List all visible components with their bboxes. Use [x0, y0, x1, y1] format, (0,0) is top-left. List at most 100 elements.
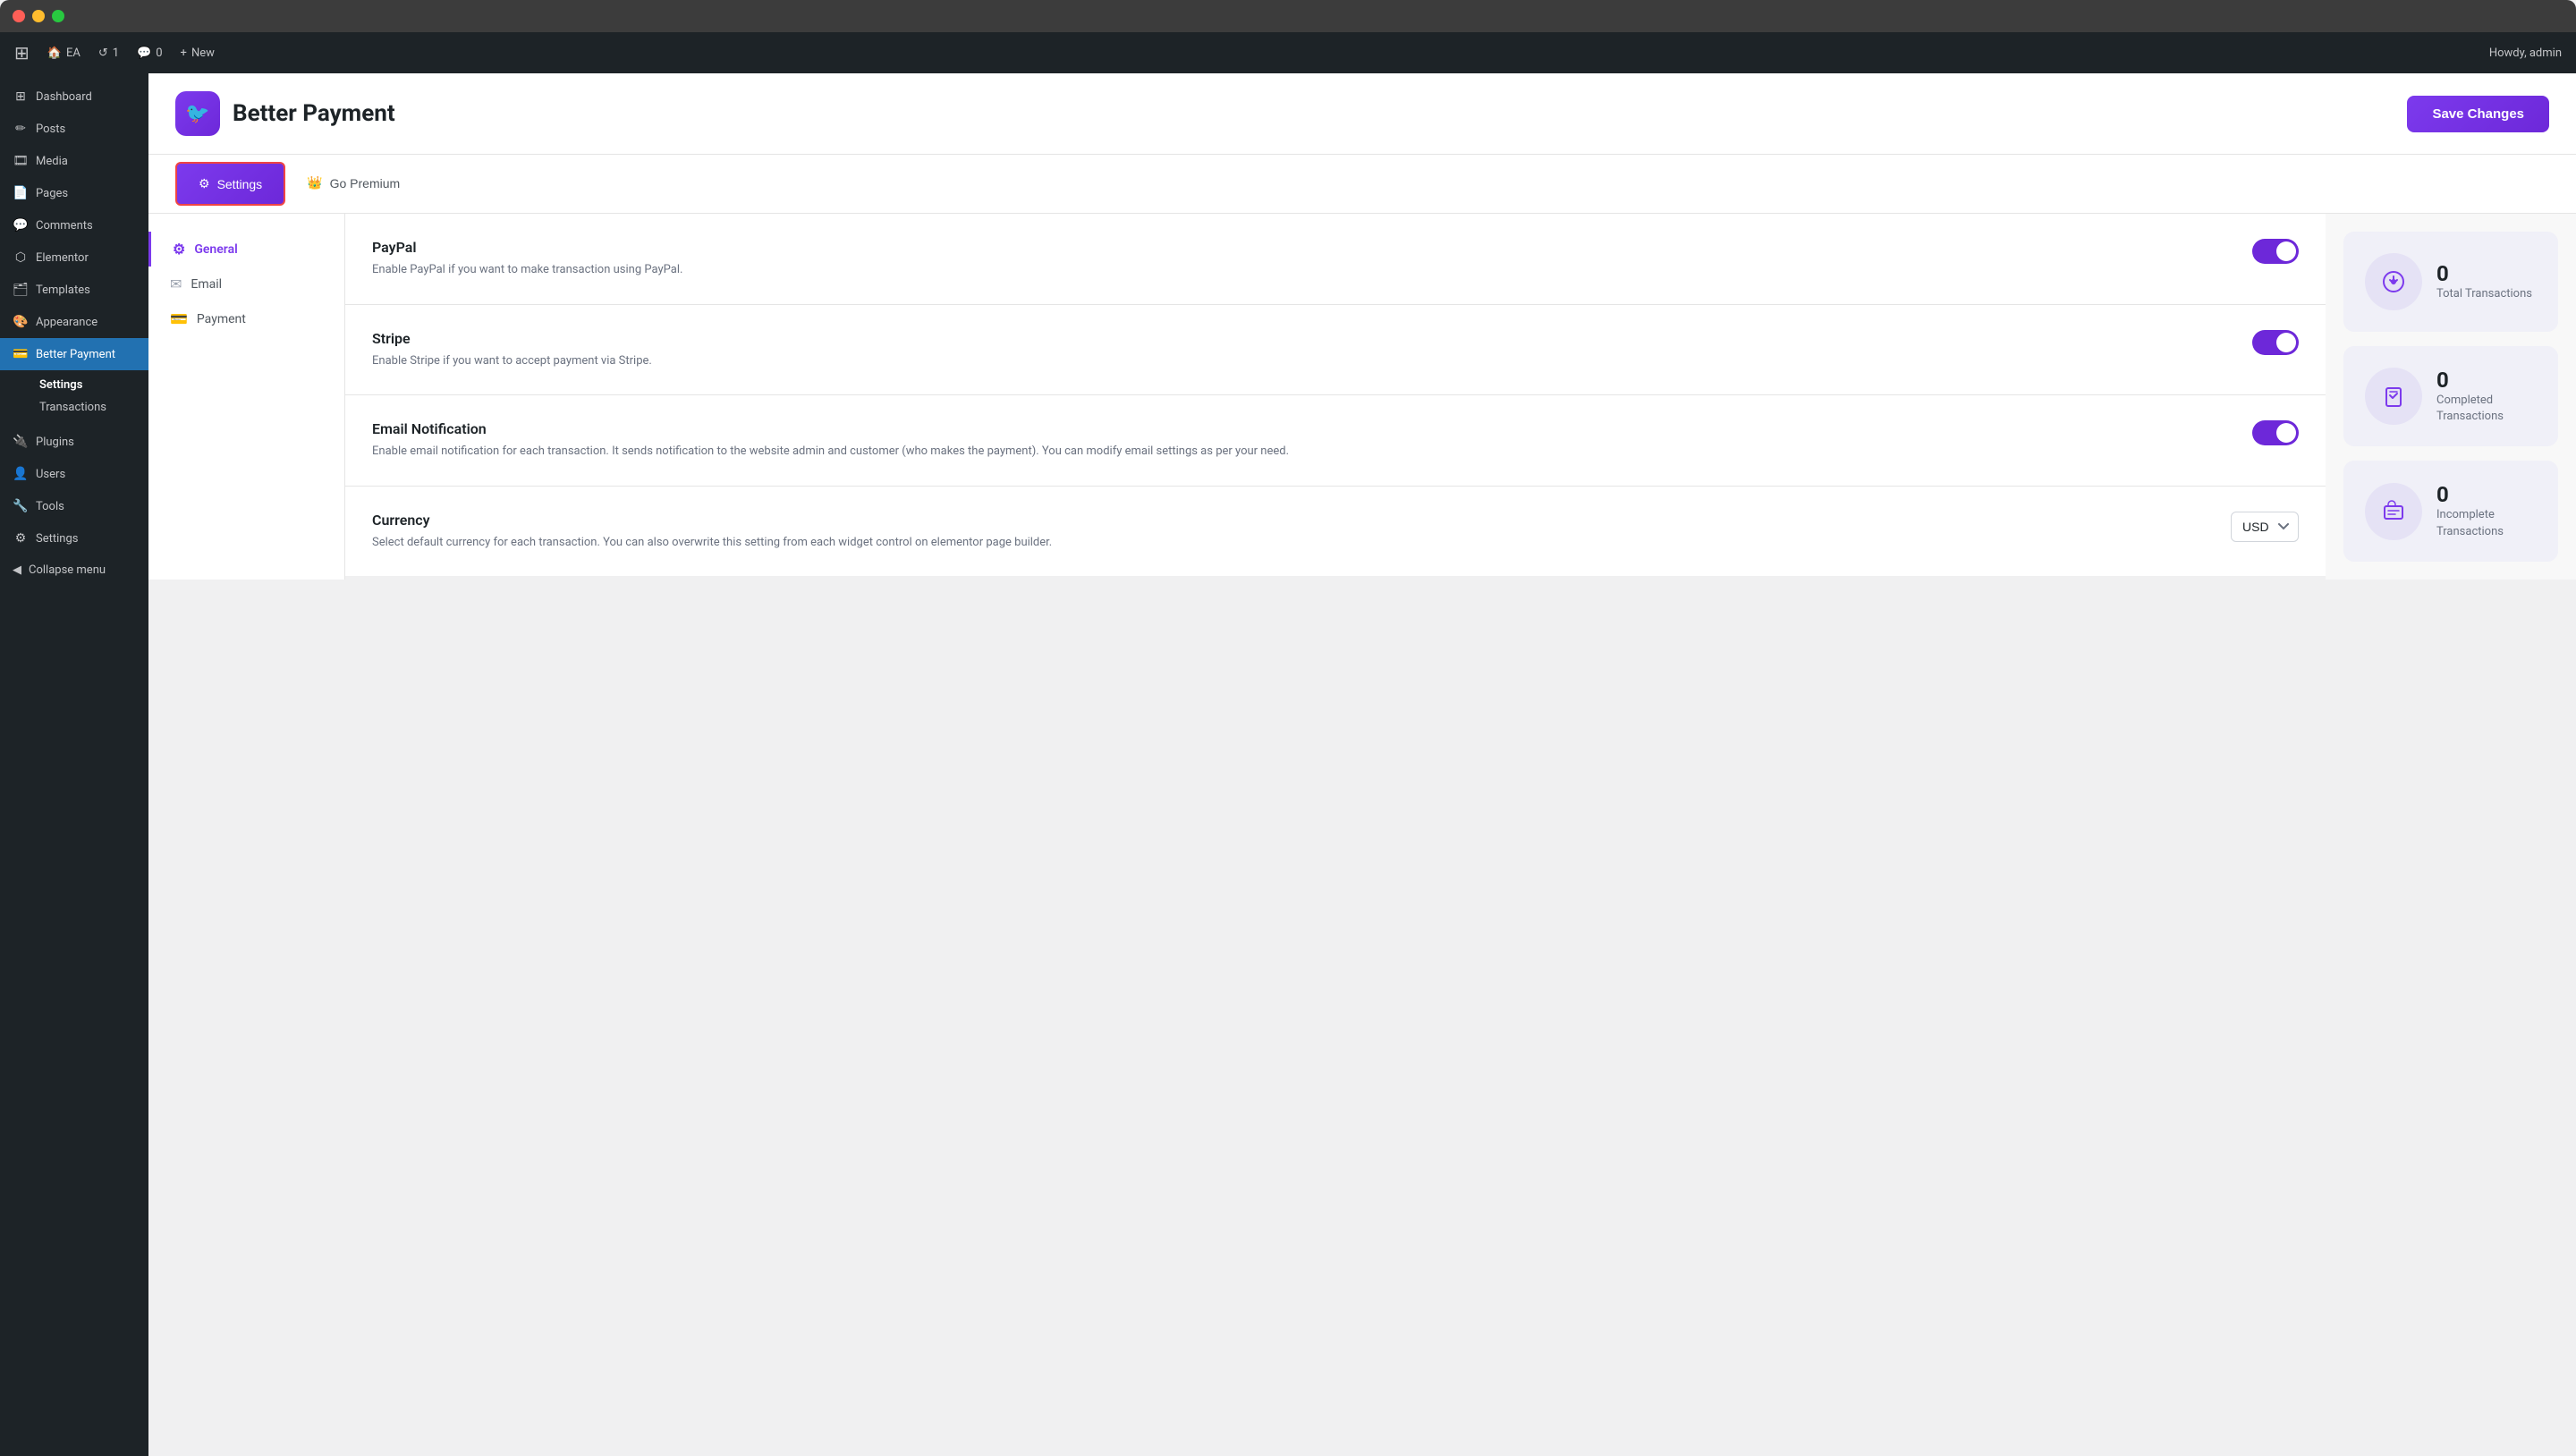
plugin-logo: 🐦: [175, 91, 220, 136]
stripe-toggle-track[interactable]: [2252, 330, 2299, 355]
general-subnav-icon: ⚙: [173, 241, 185, 258]
sidebar-item-tools[interactable]: 🔧 Tools: [0, 490, 148, 522]
better-payment-icon: 💳: [13, 347, 29, 361]
email-notification-desc: Enable email notification for each trans…: [372, 443, 2234, 461]
completed-transactions-label: Completed Transactions: [2436, 393, 2537, 425]
sidebar-item-pages[interactable]: 📄 Pages: [0, 177, 148, 209]
email-notification-setting: Email Notification Enable email notifica…: [345, 395, 2326, 487]
dashboard-icon: ⊞: [13, 89, 29, 104]
premium-tab-label: Go Premium: [330, 176, 401, 190]
plugins-icon: 🔌: [13, 435, 29, 449]
sidebar-item-elementor[interactable]: ⬡ Elementor: [0, 241, 148, 274]
email-subnav-icon: ✉: [170, 275, 182, 292]
sub-nav-general[interactable]: ⚙ General: [148, 232, 344, 267]
sidebar-item-settings[interactable]: ⚙ Settings: [0, 522, 148, 554]
wp-logo-icon[interactable]: ⊞: [14, 42, 30, 63]
sub-navigation: ⚙ General ✉ Email 💳 Payment: [148, 214, 345, 580]
email-notification-title: Email Notification: [372, 420, 2234, 437]
app-layout: ⊞ Dashboard ✏ Posts 🎞 Media 📄 Pages 💬 Co…: [0, 73, 2576, 1456]
close-button[interactable]: [13, 10, 25, 22]
total-transactions-icon: [2381, 269, 2406, 294]
paypal-row: PayPal Enable PayPal if you want to make…: [372, 239, 2299, 279]
sub-nav-email[interactable]: ✉ Email: [148, 267, 344, 301]
settings-tab-icon: ⚙: [199, 176, 210, 191]
collapse-menu[interactable]: ◀ Collapse menu: [0, 554, 148, 586]
sidebar-subitem-transactions[interactable]: Transactions: [32, 396, 148, 419]
sidebar-label-tools: Tools: [36, 500, 64, 513]
paypal-info: PayPal Enable PayPal if you want to make…: [372, 239, 2252, 279]
elementor-icon: ⬡: [13, 250, 29, 265]
sidebar-item-dashboard[interactable]: ⊞ Dashboard: [0, 80, 148, 113]
email-notification-toggle[interactable]: [2252, 420, 2299, 445]
sidebar-label-users: Users: [36, 468, 65, 481]
paypal-toggle[interactable]: [2252, 239, 2299, 264]
save-changes-button[interactable]: Save Changes: [2407, 96, 2549, 132]
tabs-row: ⚙ Settings 👑 Go Premium: [148, 155, 2576, 214]
admin-bar-comments[interactable]: 💬 0: [137, 47, 163, 60]
stripe-title: Stripe: [372, 330, 2234, 347]
sidebar-item-media[interactable]: 🎞 Media: [0, 145, 148, 177]
completed-transactions-info: 0 Completed Transactions: [2436, 368, 2537, 425]
page-header: 🐦 Better Payment Save Changes: [148, 73, 2576, 155]
tab-settings[interactable]: ⚙ Settings: [175, 162, 285, 206]
sidebar-label-better-payment: Better Payment: [36, 348, 115, 361]
stripe-desc: Enable Stripe if you want to accept paym…: [372, 352, 2234, 370]
full-content-area: ⚙ General ✉ Email 💳 Payment: [148, 214, 2576, 580]
sidebar-item-users[interactable]: 👤 Users: [0, 458, 148, 490]
stripe-toggle-thumb: [2276, 333, 2296, 352]
sidebar-item-appearance[interactable]: 🎨 Appearance: [0, 306, 148, 338]
sidebar-item-comments[interactable]: 💬 Comments: [0, 209, 148, 241]
incomplete-transactions-label: Incomplete Transactions: [2436, 507, 2537, 539]
tools-icon: 🔧: [13, 499, 29, 513]
payment-subnav-label: Payment: [197, 312, 246, 326]
sidebar-item-posts[interactable]: ✏ Posts: [0, 113, 148, 145]
completed-transactions-count: 0: [2436, 368, 2537, 393]
email-toggle-thumb: [2276, 423, 2296, 443]
maximize-button[interactable]: [52, 10, 64, 22]
incomplete-transactions-card: 0 Incomplete Transactions: [2343, 461, 2558, 561]
sidebar-subitem-settings[interactable]: Settings: [32, 374, 148, 396]
incomplete-transactions-icon: [2381, 499, 2406, 524]
home-icon: 🏠: [47, 47, 62, 60]
tab-go-premium[interactable]: 👑 Go Premium: [285, 155, 421, 213]
appearance-icon: 🎨: [13, 315, 29, 329]
page-title: Better Payment: [233, 100, 395, 127]
mac-window-chrome: [0, 0, 2576, 32]
currency-info: Currency Select default currency for eac…: [372, 512, 2231, 552]
howdy-text: Howdy, admin: [2489, 47, 2562, 60]
email-toggle-track[interactable]: [2252, 420, 2299, 445]
sidebar-label-dashboard: Dashboard: [36, 90, 92, 104]
new-icon: +: [181, 47, 187, 60]
sidebar-label-comments: Comments: [36, 219, 93, 233]
sidebar-item-plugins[interactable]: 🔌 Plugins: [0, 426, 148, 458]
currency-select[interactable]: USD EUR GBP CAD AUD: [2231, 512, 2299, 542]
posts-icon: ✏: [13, 122, 29, 136]
currency-title: Currency: [372, 512, 2213, 529]
minimize-button[interactable]: [32, 10, 45, 22]
stripe-info: Stripe Enable Stripe if you want to acce…: [372, 330, 2252, 370]
sidebar-item-better-payment[interactable]: 💳 Better Payment: [0, 338, 148, 370]
total-transactions-icon-circle: [2365, 253, 2422, 310]
sub-nav-payment[interactable]: 💳 Payment: [148, 301, 344, 336]
sidebar-label-appearance: Appearance: [36, 316, 97, 329]
comments-sidebar-icon: 💬: [13, 218, 29, 233]
sidebar-label-pages: Pages: [36, 187, 68, 200]
settings-icon: ⚙: [13, 531, 29, 546]
admin-bar-updates[interactable]: ↺ 1: [98, 47, 119, 60]
admin-bar-new[interactable]: + New: [181, 47, 215, 60]
email-subnav-label: Email: [191, 277, 222, 292]
completed-transactions-icon-circle: [2365, 368, 2422, 425]
paypal-setting: PayPal Enable PayPal if you want to make…: [345, 214, 2326, 305]
new-label: New: [191, 47, 215, 60]
center-settings-panel: PayPal Enable PayPal if you want to make…: [345, 214, 2326, 580]
updates-count: 1: [113, 47, 119, 60]
admin-bar-home[interactable]: 🏠 EA: [47, 47, 80, 60]
stripe-toggle[interactable]: [2252, 330, 2299, 355]
paypal-desc: Enable PayPal if you want to make transa…: [372, 261, 2234, 279]
stats-panel: 0 Total Transactions 0: [2326, 214, 2576, 580]
sidebar-item-templates[interactable]: 🗂 Templates: [0, 274, 148, 306]
premium-tab-icon: 👑: [307, 175, 322, 190]
paypal-toggle-track[interactable]: [2252, 239, 2299, 264]
payment-subnav-icon: 💳: [170, 310, 188, 327]
sidebar-label-media: Media: [36, 155, 68, 168]
